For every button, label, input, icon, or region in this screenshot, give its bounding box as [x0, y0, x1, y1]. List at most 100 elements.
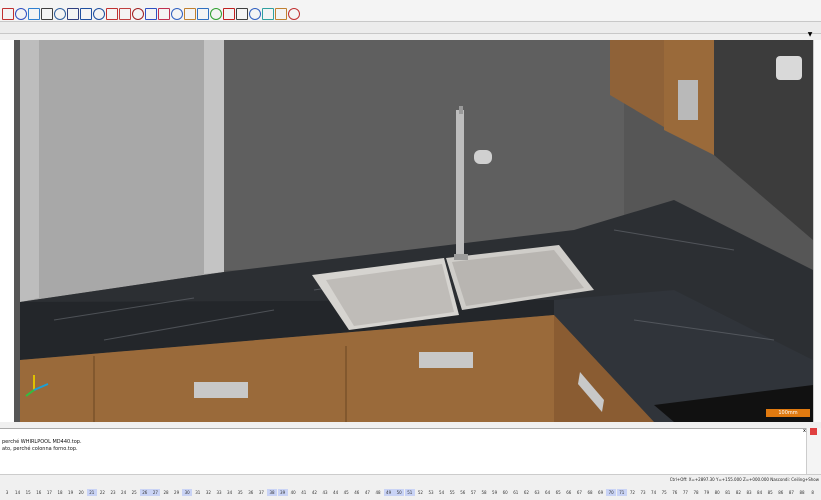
layer-number[interactable]: 29	[172, 489, 182, 496]
layer-number[interactable]: 14	[13, 489, 23, 496]
layer-number[interactable]: 8	[808, 489, 818, 496]
target-icon[interactable]	[15, 8, 27, 20]
layer-number[interactable]: 76	[670, 489, 680, 496]
layer-number[interactable]: 37	[256, 489, 266, 496]
layer-number[interactable]: 57	[468, 489, 478, 496]
text-icon[interactable]	[288, 8, 300, 20]
layer-number[interactable]: 34	[225, 489, 235, 496]
layer-number[interactable]: 40	[288, 489, 298, 496]
layer-number[interactable]: 63	[532, 489, 542, 496]
layer-number[interactable]: 42	[309, 489, 319, 496]
line-icon[interactable]	[2, 8, 14, 20]
layer-number[interactable]: 51	[404, 489, 415, 496]
layer-number[interactable]: 38	[267, 489, 277, 496]
layer-number[interactable]: 73	[638, 489, 648, 496]
layer-number[interactable]: 80	[712, 489, 722, 496]
layer-number[interactable]: 30	[182, 489, 193, 496]
layer-number[interactable]: 79	[702, 489, 712, 496]
layer-number[interactable]: 48	[373, 489, 383, 496]
layer-number[interactable]: 45	[341, 489, 351, 496]
layer-number[interactable]: 47	[362, 489, 372, 496]
layer-number[interactable]: 36	[246, 489, 256, 496]
layer-number[interactable]: 67	[574, 489, 584, 496]
spline-icon[interactable]	[132, 8, 144, 20]
layer-number[interactable]: 69	[596, 489, 606, 496]
3d-viewport[interactable]: 100mm	[14, 40, 813, 422]
curve-icon[interactable]	[119, 8, 131, 20]
layer-number[interactable]: 85	[765, 489, 775, 496]
layer-number[interactable]: 28	[161, 489, 171, 496]
layer-number[interactable]: 64	[543, 489, 553, 496]
layer-number[interactable]: 88	[797, 489, 807, 496]
layer-number[interactable]: 35	[235, 489, 245, 496]
layer-number[interactable]: 19	[66, 489, 76, 496]
layer-number[interactable]: 59	[490, 489, 500, 496]
layer-number[interactable]: 70	[606, 489, 617, 496]
layer-number[interactable]: 20	[76, 489, 86, 496]
close-icon[interactable]	[810, 428, 817, 435]
cylinder-icon[interactable]	[67, 8, 79, 20]
layer-number[interactable]: 87	[786, 489, 796, 496]
measure-icon[interactable]	[262, 8, 274, 20]
layer-number[interactable]: 72	[627, 489, 637, 496]
layers-icon[interactable]	[41, 8, 53, 20]
layer-number[interactable]: 58	[479, 489, 489, 496]
layer-number[interactable]: 53	[426, 489, 436, 496]
layer-number[interactable]: 49	[383, 489, 394, 496]
layer-number[interactable]: 50	[394, 489, 405, 496]
layer-number[interactable]: 68	[585, 489, 595, 496]
layer-number[interactable]: 24	[119, 489, 129, 496]
layer-number[interactable]: 56	[458, 489, 468, 496]
layer-number[interactable]: 39	[277, 489, 288, 496]
chevron-down-icon[interactable]: ▼	[805, 31, 815, 39]
layer-number[interactable]: 81	[723, 489, 733, 496]
ellipse-icon[interactable]	[28, 8, 40, 20]
scale-icon[interactable]	[249, 8, 261, 20]
layer-number[interactable]: 16	[34, 489, 44, 496]
layer-number[interactable]: 43	[320, 489, 330, 496]
layer-number[interactable]: 44	[331, 489, 341, 496]
offset-icon[interactable]	[145, 8, 157, 20]
arch-icon[interactable]	[158, 8, 170, 20]
layer-number[interactable]: 27	[150, 489, 161, 496]
layer-number[interactable]: 75	[659, 489, 669, 496]
copy-icon[interactable]	[210, 8, 222, 20]
layer-number[interactable]: 33	[214, 489, 224, 496]
layer-number[interactable]: 82	[733, 489, 743, 496]
layer-number[interactable]: 60	[500, 489, 510, 496]
mirror-icon[interactable]	[236, 8, 248, 20]
bend-icon[interactable]	[184, 8, 196, 20]
layer-number[interactable]: 25	[129, 489, 139, 496]
layer-number[interactable]: 23	[108, 489, 118, 496]
layer-number[interactable]: 77	[680, 489, 690, 496]
layer-number[interactable]: 41	[299, 489, 309, 496]
layer-number[interactable]: 3	[2, 489, 12, 496]
layer-number[interactable]: 55	[447, 489, 457, 496]
layer-number[interactable]: 62	[521, 489, 531, 496]
layer-number[interactable]: 84	[755, 489, 765, 496]
layer-number[interactable]: 22	[97, 489, 107, 496]
layer-number[interactable]: 21	[86, 489, 97, 496]
layer-number[interactable]: 54	[437, 489, 447, 496]
pin-icon[interactable]: x	[801, 428, 808, 435]
layer-number[interactable]: 26	[139, 489, 150, 496]
layer-number[interactable]: 46	[352, 489, 362, 496]
rotate-icon[interactable]	[275, 8, 287, 20]
cube-icon[interactable]	[54, 8, 66, 20]
layer-number[interactable]: 66	[564, 489, 574, 496]
layer-number[interactable]: 86	[776, 489, 786, 496]
steps-icon[interactable]	[171, 8, 183, 20]
layer-number[interactable]: 17	[44, 489, 54, 496]
globe-icon[interactable]	[93, 8, 105, 20]
move-icon[interactable]	[197, 8, 209, 20]
layer-number[interactable]: 78	[691, 489, 701, 496]
layer-number[interactable]: 65	[553, 489, 563, 496]
layer-number[interactable]: 61	[511, 489, 521, 496]
erase-icon[interactable]	[223, 8, 235, 20]
arc-icon[interactable]	[106, 8, 118, 20]
layer-number[interactable]: 52	[415, 489, 425, 496]
layer-number[interactable]: 71	[616, 489, 627, 496]
view-cube[interactable]	[776, 56, 802, 80]
layer-number[interactable]: 74	[649, 489, 659, 496]
layer-number[interactable]: 32	[203, 489, 213, 496]
